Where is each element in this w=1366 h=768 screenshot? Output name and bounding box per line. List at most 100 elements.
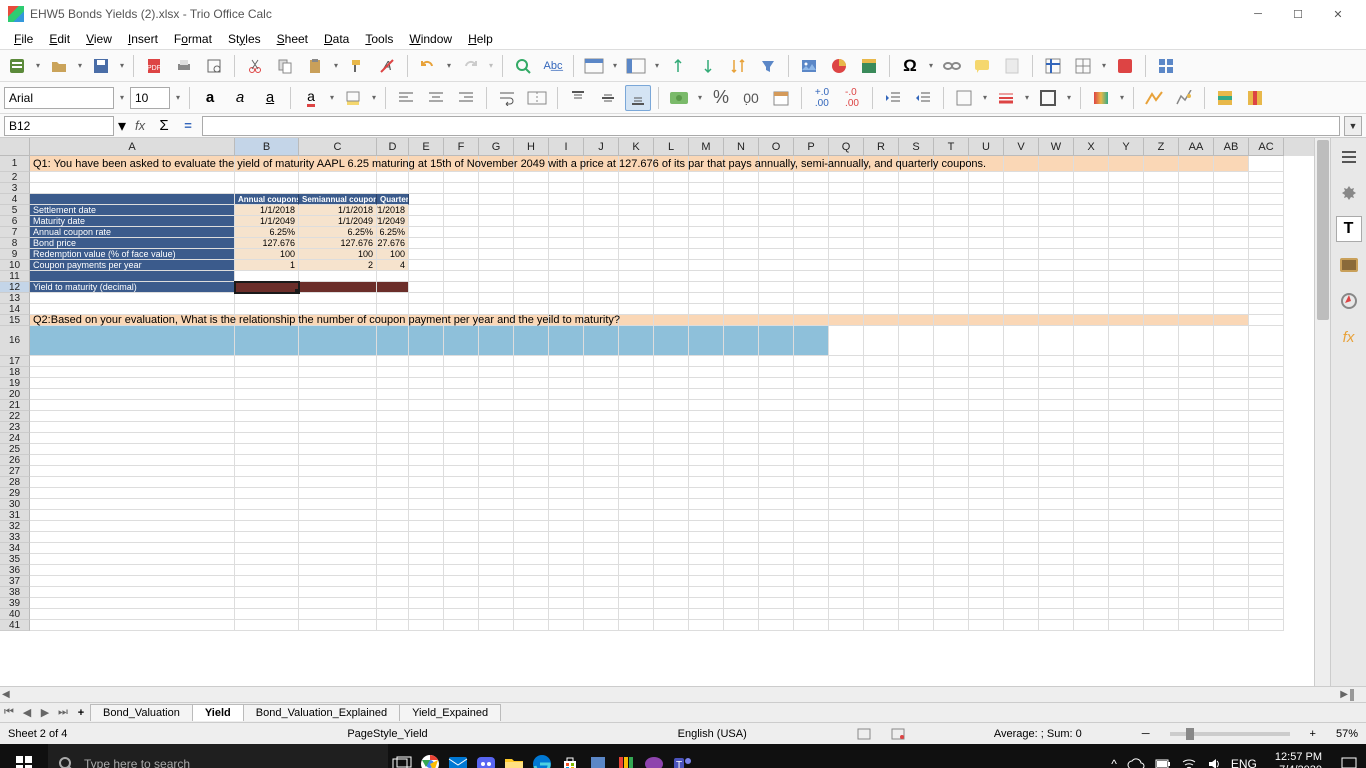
cell-Q5[interactable] (829, 205, 864, 216)
currency-icon[interactable] (666, 85, 692, 111)
cell-Y4[interactable] (1109, 194, 1144, 205)
cell-K39[interactable] (619, 598, 654, 609)
cell-Z1[interactable] (1144, 156, 1179, 172)
cell-C17[interactable] (299, 356, 377, 367)
cell-U2[interactable] (969, 172, 1004, 183)
cell-H13[interactable] (514, 293, 549, 304)
formula-input[interactable] (202, 116, 1340, 136)
cell-N22[interactable] (724, 411, 759, 422)
cell-A24[interactable] (30, 433, 235, 444)
cell-V29[interactable] (1004, 488, 1039, 499)
cell-W23[interactable] (1039, 422, 1074, 433)
cell-N40[interactable] (724, 609, 759, 620)
cell-H11[interactable] (514, 271, 549, 282)
cell-M41[interactable] (689, 620, 724, 631)
cell-N13[interactable] (724, 293, 759, 304)
cell-X24[interactable] (1074, 433, 1109, 444)
cell-N6[interactable] (724, 216, 759, 227)
cell-L23[interactable] (654, 422, 689, 433)
cell-AA24[interactable] (1179, 433, 1214, 444)
cell-R24[interactable] (864, 433, 899, 444)
cell-AC9[interactable] (1249, 249, 1284, 260)
border-color-icon[interactable] (1035, 85, 1061, 111)
cell-AC41[interactable] (1249, 620, 1284, 631)
cell-G20[interactable] (479, 389, 514, 400)
cell-AA38[interactable] (1179, 587, 1214, 598)
cell-G40[interactable] (479, 609, 514, 620)
cell-G7[interactable] (479, 227, 514, 238)
cell-N27[interactable] (724, 466, 759, 477)
cell-G2[interactable] (479, 172, 514, 183)
cell-Y15[interactable] (1109, 315, 1144, 326)
cell-L17[interactable] (654, 356, 689, 367)
cell-F22[interactable] (444, 411, 479, 422)
cell-C12[interactable] (299, 282, 377, 293)
cell-M36[interactable] (689, 565, 724, 576)
cell-H22[interactable] (514, 411, 549, 422)
cell-B5[interactable]: 1/1/2018 (235, 205, 299, 216)
cell-Q27[interactable] (829, 466, 864, 477)
cell-A11[interactable] (30, 271, 235, 282)
task-view-icon[interactable] (388, 744, 416, 768)
cell-I9[interactable] (549, 249, 584, 260)
cell-G8[interactable] (479, 238, 514, 249)
cell-K13[interactable] (619, 293, 654, 304)
cell-Q28[interactable] (829, 477, 864, 488)
cell-G11[interactable] (479, 271, 514, 282)
cell-V16[interactable] (1004, 326, 1039, 356)
cell-S14[interactable] (899, 304, 934, 315)
cell-Y21[interactable] (1109, 400, 1144, 411)
cell-S28[interactable] (899, 477, 934, 488)
cell-AC31[interactable] (1249, 510, 1284, 521)
cell-AA39[interactable] (1179, 598, 1214, 609)
cell-C32[interactable] (299, 521, 377, 532)
cell-T37[interactable] (934, 576, 969, 587)
cell-O23[interactable] (759, 422, 794, 433)
cell-I23[interactable] (549, 422, 584, 433)
cell-T29[interactable] (934, 488, 969, 499)
cell-E25[interactable] (409, 444, 444, 455)
menu-data[interactable]: Data (316, 30, 357, 48)
taskbar-search[interactable]: Type here to search (48, 744, 388, 768)
cell-S27[interactable] (899, 466, 934, 477)
cell-X35[interactable] (1074, 554, 1109, 565)
cell-V17[interactable] (1004, 356, 1039, 367)
cell-Z15[interactable] (1144, 315, 1179, 326)
cell-S20[interactable] (899, 389, 934, 400)
cell-P39[interactable] (794, 598, 829, 609)
autoformat-dropdown[interactable]: ▾ (1118, 93, 1126, 102)
cell-L10[interactable] (654, 260, 689, 271)
cell-R27[interactable] (864, 466, 899, 477)
cell-G37[interactable] (479, 576, 514, 587)
comment-icon[interactable] (969, 53, 995, 79)
cell-AB13[interactable] (1214, 293, 1249, 304)
cell-V3[interactable] (1004, 183, 1039, 194)
cell-B21[interactable] (235, 400, 299, 411)
cell-Y35[interactable] (1109, 554, 1144, 565)
cell-L9[interactable] (654, 249, 689, 260)
cell-J7[interactable] (584, 227, 619, 238)
cell-S33[interactable] (899, 532, 934, 543)
menu-edit[interactable]: Edit (41, 30, 78, 48)
cell-T39[interactable] (934, 598, 969, 609)
cell-W17[interactable] (1039, 356, 1074, 367)
cell-U25[interactable] (969, 444, 1004, 455)
cell-D38[interactable] (377, 587, 409, 598)
cell-V14[interactable] (1004, 304, 1039, 315)
cell-Q29[interactable] (829, 488, 864, 499)
align-bottom-icon[interactable] (625, 85, 651, 111)
app-icon-1[interactable] (584, 744, 612, 768)
cell-Y14[interactable] (1109, 304, 1144, 315)
cell-AC12[interactable] (1249, 282, 1284, 293)
cell-K22[interactable] (619, 411, 654, 422)
cell-G25[interactable] (479, 444, 514, 455)
cell-L6[interactable] (654, 216, 689, 227)
currency-dropdown[interactable]: ▾ (696, 93, 704, 102)
cell-V21[interactable] (1004, 400, 1039, 411)
cell-R10[interactable] (864, 260, 899, 271)
cell-P19[interactable] (794, 378, 829, 389)
cell-S38[interactable] (899, 587, 934, 598)
cell-Z34[interactable] (1144, 543, 1179, 554)
cell-Z31[interactable] (1144, 510, 1179, 521)
cell-G4[interactable] (479, 194, 514, 205)
